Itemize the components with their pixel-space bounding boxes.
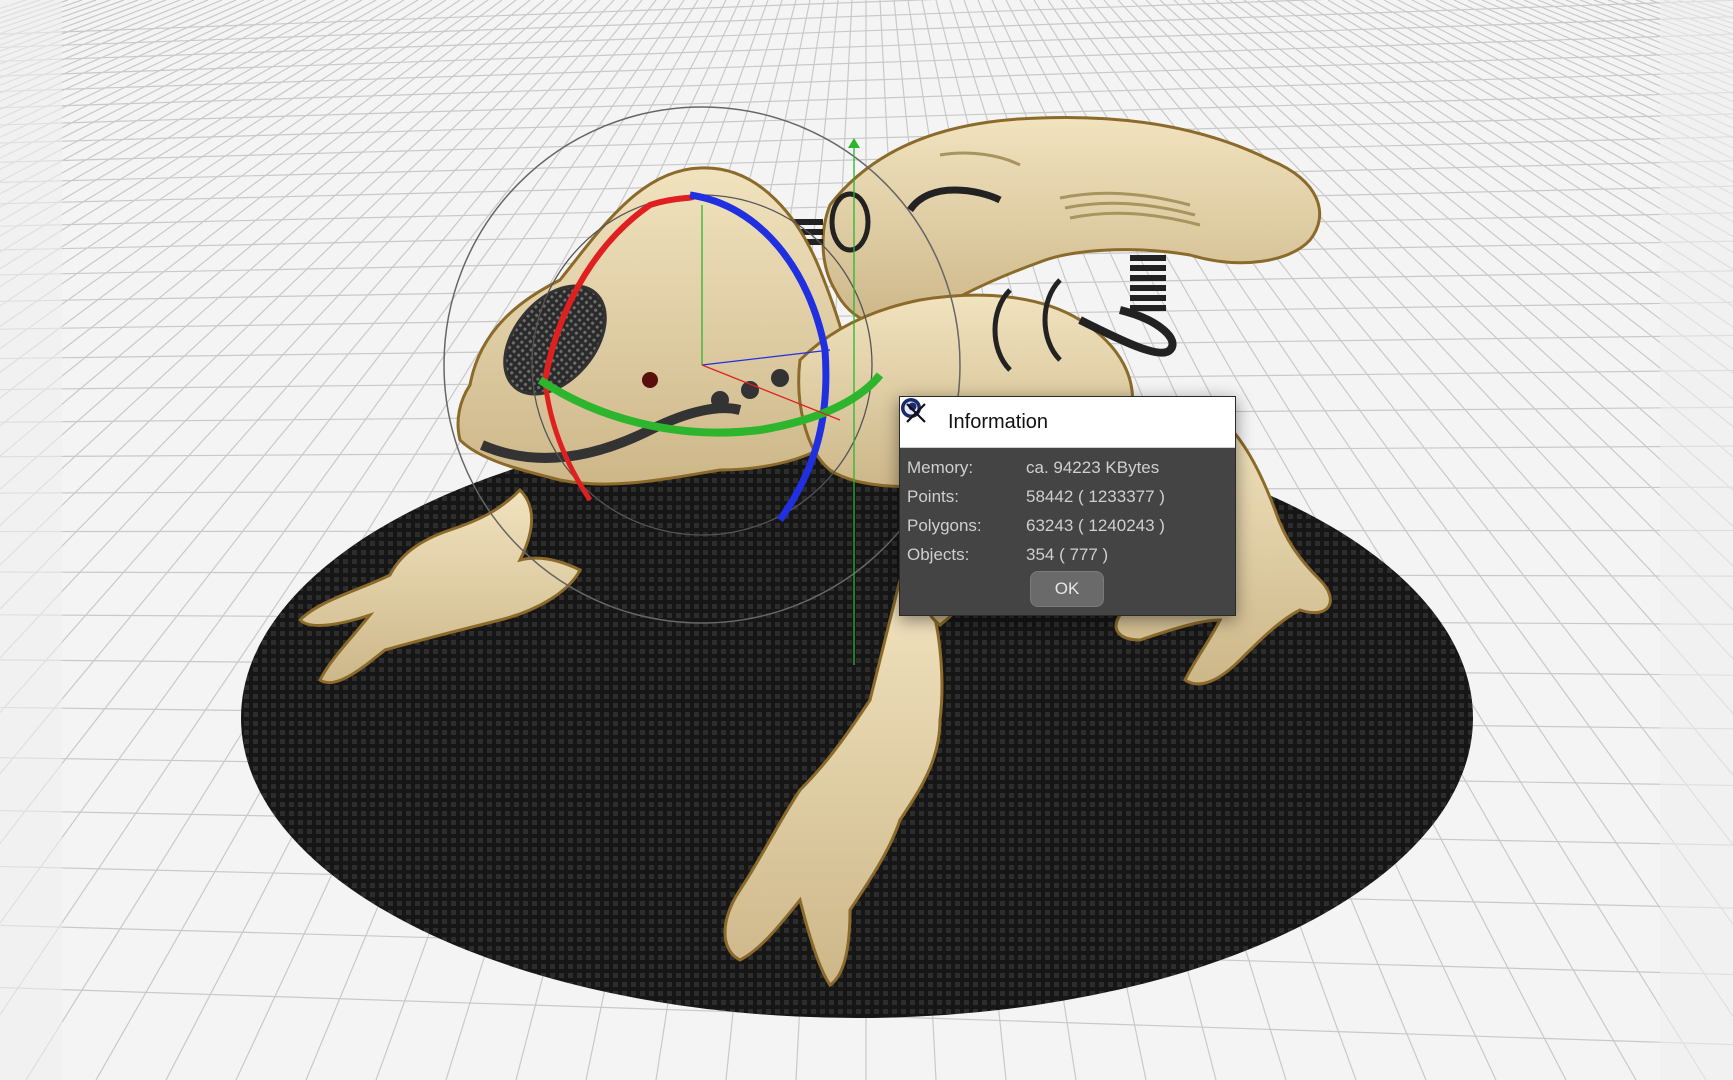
- ok-button[interactable]: OK: [1030, 571, 1104, 607]
- objects-row: Objects: 354 ( 777 ): [900, 539, 1235, 568]
- dialog-title: Information: [948, 411, 1049, 433]
- polygons-value: 63243 ( 1240243 ): [1026, 516, 1165, 535]
- close-icon[interactable]: [900, 397, 932, 429]
- viewport-scene: [0, 0, 1733, 1080]
- memory-value: ca. 94223 KBytes: [1026, 458, 1160, 477]
- points-row: Points: 58442 ( 1233377 ): [900, 481, 1235, 510]
- 3d-viewport[interactable]: Information Memory: ca. 94223 KBytes Poi…: [0, 0, 1733, 1080]
- information-dialog[interactable]: Information Memory: ca. 94223 KBytes Poi…: [899, 396, 1236, 616]
- viewport-right-border: [1660, 0, 1733, 1080]
- memory-label: Memory:: [907, 458, 974, 477]
- viewport-left-border: [0, 0, 62, 1080]
- objects-label: Objects:: [907, 545, 970, 564]
- grid-line: [0, 0, 419, 253]
- dialog-titlebar[interactable]: Information: [900, 397, 1235, 448]
- polygons-label: Polygons:: [907, 516, 982, 535]
- polygons-row: Polygons: 63243 ( 1240243 ): [900, 510, 1235, 539]
- points-label: Points:: [907, 487, 959, 506]
- memory-row: Memory: ca. 94223 KBytes: [900, 452, 1235, 481]
- objects-value: 354 ( 777 ): [1026, 545, 1109, 564]
- dialog-body: Memory: ca. 94223 KBytes Points: 58442 (…: [900, 448, 1235, 568]
- points-value: 58442 ( 1233377 ): [1026, 487, 1165, 506]
